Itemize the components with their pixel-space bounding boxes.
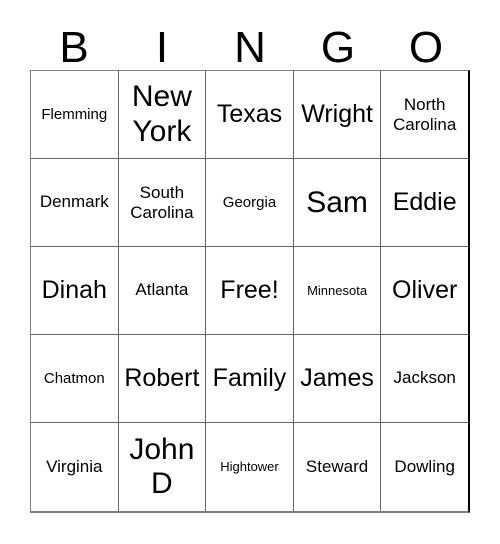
bingo-cell-label: Texas — [216, 100, 283, 129]
bingo-cell[interactable]: Steward — [293, 423, 382, 511]
bingo-grid: Flemming New York Texas Wright North Carolin… — [30, 70, 470, 513]
bingo-cell[interactable]: South Carolina — [118, 159, 207, 247]
bingo-cell[interactable]: James — [293, 335, 382, 423]
bingo-cell[interactable]: Jackson — [381, 335, 468, 423]
bingo-cell[interactable]: Hightower — [206, 423, 294, 511]
bingo-cell[interactable]: Oliver — [381, 247, 468, 335]
bingo-header-letter-o: O — [408, 23, 444, 72]
bingo-cell[interactable]: Texas — [206, 71, 294, 159]
bingo-header-letter-g: G — [320, 23, 356, 72]
bingo-card: B I N G O Flemming New York Texas Wright Nor… — [0, 0, 500, 544]
bingo-cell[interactable]: Eddie — [381, 159, 468, 247]
bingo-cell-label: Dowling — [394, 456, 455, 476]
bingo-cell-label: Minnesota — [307, 282, 368, 298]
bingo-cell-label: Flemming — [41, 105, 108, 123]
bingo-cell-label: Oliver — [392, 276, 458, 305]
bingo-cell-label: Atlanta — [135, 280, 189, 300]
bingo-cell-label: Georgia — [222, 193, 277, 211]
bingo-cell-label: Wright — [301, 100, 373, 129]
bingo-header-letter-i: I — [155, 23, 169, 72]
bingo-grid-row: Virginia John D Hightower Steward Dowling — [31, 423, 468, 511]
bingo-cell-label: Sam — [306, 185, 368, 219]
bingo-cell-label: New York — [131, 80, 192, 148]
bingo-cell-label: Dinah — [41, 276, 107, 305]
bingo-cell[interactable]: Wright — [293, 71, 382, 159]
bingo-header-letter-b: B — [59, 23, 89, 72]
bingo-cell-label: Virginia — [46, 456, 103, 476]
bingo-cell[interactable]: Robert — [118, 335, 207, 423]
bingo-cell[interactable]: Flemming — [31, 71, 119, 159]
bingo-cell-label: Jackson — [393, 368, 456, 388]
bingo-cell-label: South Carolina — [130, 183, 194, 222]
bingo-cell[interactable]: Chatmon — [31, 335, 119, 423]
bingo-cell[interactable]: Atlanta — [118, 247, 207, 335]
bingo-grid-row: Dinah Atlanta Free! Minnesota Oliver — [31, 247, 468, 335]
bingo-cell[interactable]: Sam — [293, 159, 382, 247]
bingo-cell-label: Chatmon — [43, 369, 105, 387]
bingo-cell-label: Denmark — [39, 192, 109, 212]
bingo-cell[interactable]: Dinah — [31, 247, 119, 335]
bingo-cell[interactable]: John D — [118, 423, 207, 511]
bingo-cell-label: Hightower — [220, 459, 279, 475]
bingo-free-space-cell[interactable]: Free! — [206, 247, 294, 335]
bingo-cell-label: Free! — [220, 276, 279, 305]
bingo-cell-label: John D — [129, 432, 195, 500]
bingo-cell-label: Steward — [305, 456, 369, 476]
bingo-cell[interactable]: Denmark — [31, 159, 119, 247]
bingo-cell[interactable]: North Carolina — [381, 71, 468, 159]
bingo-cell[interactable]: Georgia — [206, 159, 294, 247]
bingo-cell[interactable]: Virginia — [31, 423, 119, 511]
bingo-cell[interactable]: Minnesota — [293, 247, 382, 335]
bingo-grid-row: Denmark South Carolina Georgia Sam Eddie — [31, 159, 468, 247]
bingo-cell[interactable]: Family — [206, 335, 294, 423]
bingo-cell-label: Eddie — [392, 188, 457, 217]
bingo-grid-row: Chatmon Robert Family James Jackson — [31, 335, 468, 423]
bingo-cell-label: North Carolina — [393, 95, 457, 134]
bingo-cell[interactable]: Dowling — [381, 423, 468, 511]
bingo-cell-label: Robert — [124, 364, 200, 393]
bingo-cell[interactable]: New York — [118, 71, 207, 159]
bingo-grid-row: Flemming New York Texas Wright North Carolin… — [31, 71, 468, 159]
bingo-header-row: B I N G O — [30, 14, 470, 70]
bingo-cell-label: Family — [212, 364, 287, 393]
bingo-header-letter-n: N — [234, 23, 266, 72]
bingo-cell-label: James — [300, 364, 374, 393]
